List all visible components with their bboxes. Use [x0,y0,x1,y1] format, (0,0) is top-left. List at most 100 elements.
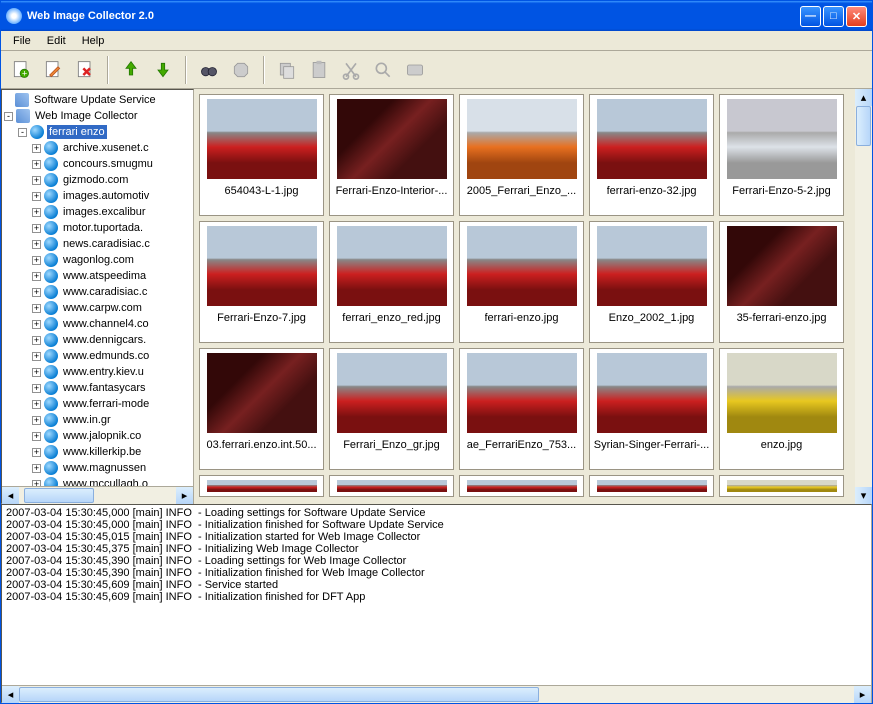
tree-item[interactable]: -Web Image Collector [4,108,191,124]
tree-item[interactable]: +news.caradisiac.c [4,236,191,252]
menu-edit[interactable]: Edit [39,33,74,49]
thumbnail-card[interactable]: enzo.jpg [719,348,844,470]
expand-icon[interactable]: + [32,384,41,393]
delete-doc-icon[interactable] [71,56,99,84]
tree-item[interactable]: +www.mccullagh.o [4,476,191,486]
tree-item[interactable]: +www.magnussen [4,460,191,476]
tree-item[interactable]: +www.atspeedima [4,268,191,284]
scroll-down-icon[interactable]: ▾ [855,487,872,504]
expand-icon[interactable]: + [32,336,41,345]
expand-icon[interactable]: + [32,144,41,153]
tree-item[interactable]: +www.caradisiac.c [4,284,191,300]
thumbnail-card[interactable]: 654043-L-1.jpg [199,94,324,216]
cut-icon[interactable] [337,56,365,84]
tree-item[interactable]: -ferrari enzo [4,124,191,140]
thumbnail-card[interactable]: 2005_Ferrari_Enzo_... [459,94,584,216]
thumbnail-card[interactable]: ferrari-enzo-32.jpg [589,94,714,216]
thumbnail-card[interactable]: Syrian-Singer-Ferrari-... [589,348,714,470]
scroll-right-icon[interactable]: ▸ [176,487,193,504]
upload-icon[interactable] [117,56,145,84]
tree-item[interactable]: +www.carpw.com [4,300,191,316]
thumbnail-card[interactable]: Ferrari-Enzo-7.jpg [199,221,324,343]
expand-icon[interactable]: + [32,432,41,441]
expand-icon[interactable]: + [32,368,41,377]
thumb-v-scrollbar[interactable]: ▴ ▾ [855,89,872,504]
title-bar[interactable]: Web Image Collector 2.0 — □ ✕ [1,1,872,31]
expand-icon[interactable]: + [32,416,41,425]
scroll-left-icon[interactable]: ◂ [2,487,19,504]
expand-icon[interactable]: + [32,464,41,473]
thumbnail-card[interactable] [459,475,584,497]
tree-item[interactable]: +www.edmunds.co [4,348,191,364]
expand-icon[interactable]: + [32,288,41,297]
thumbnail-card[interactable]: Enzo_2002_1.jpg [589,221,714,343]
thumbnail-card[interactable] [329,475,454,497]
tree-item[interactable]: +gizmodo.com [4,172,191,188]
tree-item[interactable]: +www.fantasycars [4,380,191,396]
close-button[interactable]: ✕ [846,6,867,27]
tree-item[interactable]: +www.in.gr [4,412,191,428]
collapse-icon[interactable]: - [4,112,13,121]
tree-item[interactable]: +www.dennigcars. [4,332,191,348]
tree-item[interactable]: +www.entry.kiev.u [4,364,191,380]
toolbar: + [1,51,872,89]
thumbnail-card[interactable]: Ferrari_Enzo_gr.jpg [329,348,454,470]
edit-doc-icon[interactable] [39,56,67,84]
expand-icon[interactable]: + [32,224,41,233]
expand-icon[interactable]: + [32,208,41,217]
tree-item[interactable]: +wagonlog.com [4,252,191,268]
tree-item[interactable]: +images.automotiv [4,188,191,204]
tree-item[interactable]: +www.channel4.co [4,316,191,332]
thumbnail-card[interactable]: Ferrari-Enzo-Interior-... [329,94,454,216]
expand-icon[interactable]: + [32,320,41,329]
new-doc-icon[interactable]: + [7,56,35,84]
tree-item[interactable]: Software Update Service [4,92,191,108]
tree-item[interactable]: +www.ferrari-mode [4,396,191,412]
scroll-right-icon[interactable]: ▸ [854,686,871,703]
download-icon[interactable] [149,56,177,84]
stop-icon[interactable] [227,56,255,84]
tree-item[interactable]: +concours.smugmu [4,156,191,172]
expand-icon[interactable]: + [32,160,41,169]
maximize-button[interactable]: □ [823,6,844,27]
thumbnail-image [727,99,837,179]
expand-icon[interactable]: + [32,272,41,281]
log-content[interactable]: 2007-03-04 15:30:45,000 [main] INFO - Lo… [2,505,871,685]
tree-h-scrollbar[interactable]: ◂ ▸ [2,486,193,503]
log-h-scrollbar[interactable]: ◂ ▸ [2,685,871,702]
binoculars-icon[interactable] [195,56,223,84]
tree-item[interactable]: + www.jalopnik.co [4,428,191,444]
card-icon[interactable] [401,56,429,84]
scroll-up-icon[interactable]: ▴ [855,89,872,106]
expand-icon[interactable]: + [32,304,41,313]
minimize-button[interactable]: — [800,6,821,27]
thumbnail-card[interactable]: 35-ferrari-enzo.jpg [719,221,844,343]
scroll-left-icon[interactable]: ◂ [2,686,19,703]
zoom-icon[interactable] [369,56,397,84]
tree-label: www.jalopnik.co [61,429,143,443]
collapse-icon[interactable]: - [18,128,27,137]
copy-icon[interactable] [273,56,301,84]
thumbnail-card[interactable]: ferrari_enzo_red.jpg [329,221,454,343]
tree-item[interactable]: +images.excalibur [4,204,191,220]
thumbnail-card[interactable]: 03.ferrari.enzo.int.50... [199,348,324,470]
thumbnail-card[interactable]: ae_FerrariEnzo_753... [459,348,584,470]
expand-icon[interactable]: + [32,192,41,201]
tree-item[interactable]: +www.killerkip.be [4,444,191,460]
thumbnail-card[interactable]: Ferrari-Enzo-5-2.jpg [719,94,844,216]
expand-icon[interactable]: + [32,176,41,185]
expand-icon[interactable]: + [32,448,41,457]
expand-icon[interactable]: + [32,256,41,265]
thumbnail-card[interactable] [589,475,714,497]
menu-file[interactable]: File [5,33,39,49]
thumbnail-card[interactable] [719,475,844,497]
expand-icon[interactable]: + [32,400,41,409]
thumbnail-card[interactable]: ferrari-enzo.jpg [459,221,584,343]
thumbnail-card[interactable] [199,475,324,497]
tree-item[interactable]: +motor.tuportada. [4,220,191,236]
expand-icon[interactable]: + [32,240,41,249]
tree-item[interactable]: +archive.xusenet.c [4,140,191,156]
paste-icon[interactable] [305,56,333,84]
expand-icon[interactable]: + [32,352,41,361]
menu-help[interactable]: Help [74,33,113,49]
